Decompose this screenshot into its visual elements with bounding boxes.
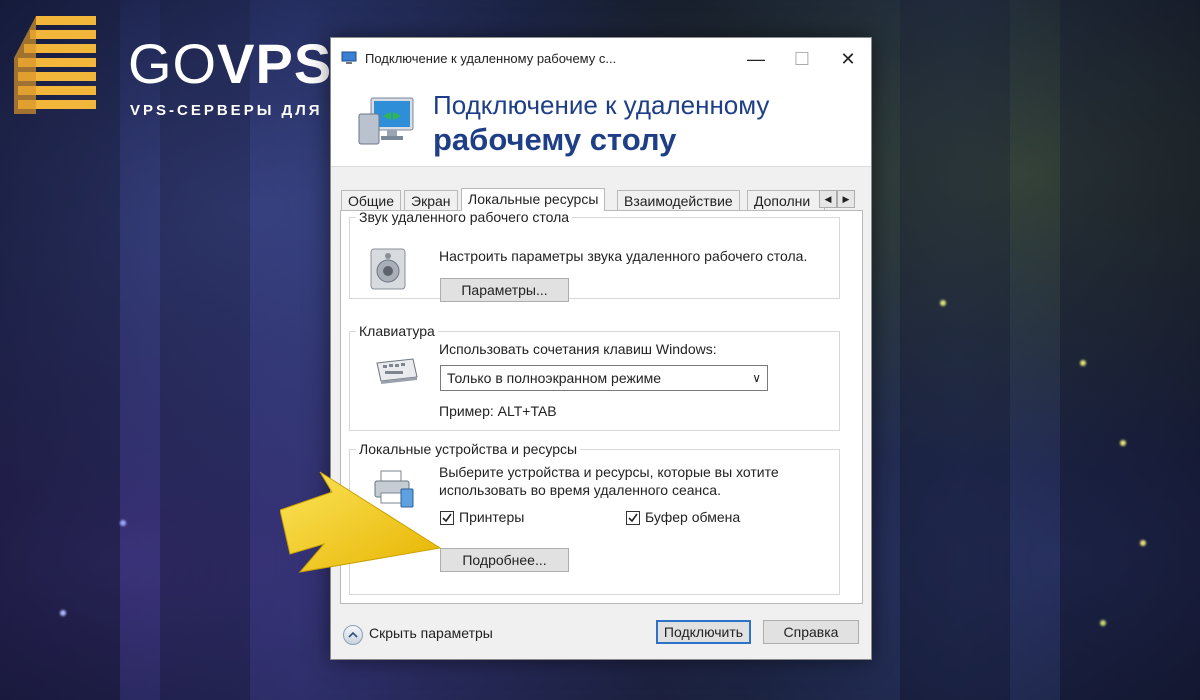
- keyboard-icon: [376, 358, 418, 384]
- title-bar[interactable]: Подключение к удаленному рабочему с... —…: [331, 38, 871, 80]
- tab-experience[interactable]: Взаимодействие: [617, 190, 740, 211]
- keyboard-mode-value: Только в полноэкранном режиме: [447, 370, 662, 386]
- tab-advanced[interactable]: Дополни: [747, 190, 825, 211]
- header-title-line1: Подключение к удаленному: [433, 90, 770, 120]
- tab-local-resources[interactable]: Локальные ресурсы: [461, 188, 606, 211]
- tab-scroll-right-icon[interactable]: ▶: [837, 190, 855, 208]
- sound-description: Настроить параметры звука удаленного раб…: [439, 248, 808, 264]
- sound-settings-button[interactable]: Параметры...: [440, 278, 569, 302]
- window-title: Подключение к удаленному рабочему с...: [365, 51, 617, 66]
- clipboard-label: Буфер обмена: [645, 509, 741, 525]
- keyboard-label: Использовать сочетания клавиш Windows:: [439, 341, 717, 357]
- chevron-down-icon: ∨: [752, 371, 761, 385]
- dialog-header: Подключение к удаленному рабочему столу: [331, 80, 871, 167]
- remote-desktop-monitor-icon: [358, 97, 414, 145]
- hide-options-link[interactable]: Скрыть параметры: [369, 625, 493, 641]
- sound-group-legend: Звук удаленного рабочего стола: [359, 209, 570, 225]
- tab-general[interactable]: Общие: [341, 190, 402, 211]
- tab-display[interactable]: Экран: [404, 190, 458, 211]
- checkmark-icon: [628, 513, 638, 523]
- keyboard-example: Пример: ALT+TAB: [439, 403, 557, 419]
- keyboard-mode-select[interactable]: Только в полноэкранном режиме ∨: [440, 365, 768, 391]
- connect-button[interactable]: Подключить: [656, 620, 751, 644]
- help-button[interactable]: Справка: [763, 620, 859, 644]
- yellow-pointer-arrow-icon: [280, 471, 442, 573]
- close-button[interactable]: ✕: [825, 38, 871, 80]
- keyboard-group-legend: Клавиатура: [359, 323, 435, 339]
- maximize-button[interactable]: ☐: [779, 38, 825, 80]
- tab-strip: Общие Экран Локальные ресурсы Взаимодейс…: [341, 188, 861, 211]
- logo-mark-icon: [14, 16, 96, 114]
- hide-options-icon[interactable]: [343, 625, 363, 645]
- speaker-icon: [370, 248, 406, 290]
- remote-desktop-icon: [341, 51, 357, 64]
- minimize-button[interactable]: —: [733, 38, 779, 80]
- header-title-line2: рабочему столу: [433, 122, 677, 157]
- tab-scroll-left-icon[interactable]: ◀: [819, 190, 837, 208]
- clipboard-checkbox[interactable]: [626, 511, 640, 525]
